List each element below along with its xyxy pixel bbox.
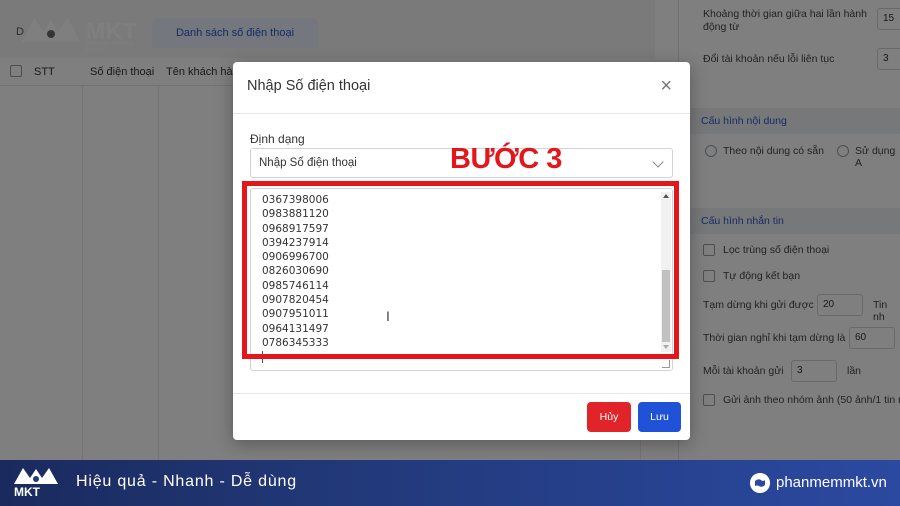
banner-logo: MKT: [12, 464, 62, 502]
modal-footer-divider: [233, 393, 690, 394]
modal-title: Nhập Số điện thoại: [247, 78, 371, 94]
save-button[interactable]: Lưu: [638, 402, 681, 432]
step-label: BƯỚC 3: [450, 143, 562, 175]
close-icon[interactable]: ×: [660, 76, 672, 96]
chevron-down-icon: [652, 156, 664, 168]
website-link[interactable]: phanmemmkt.vn: [776, 474, 887, 491]
banner-logo-text: MKT: [14, 485, 40, 499]
format-select-value: Nhập Số điện thoại: [259, 157, 357, 169]
highlight-box: [242, 181, 679, 359]
globe-icon: [750, 473, 770, 493]
promo-banner: MKT Hiệu quả - Nhanh - Dễ dùng phanmemmk…: [0, 460, 900, 506]
format-label: Định dạng: [250, 132, 305, 146]
modal-header: Nhập Số điện thoại ×: [233, 62, 690, 114]
mkt-logo-icon: [14, 468, 58, 484]
cancel-button[interactable]: Hủy: [587, 402, 631, 432]
slogan: Hiệu quả - Nhanh - Dễ dùng: [76, 473, 297, 490]
resize-handle-icon[interactable]: [662, 360, 670, 368]
